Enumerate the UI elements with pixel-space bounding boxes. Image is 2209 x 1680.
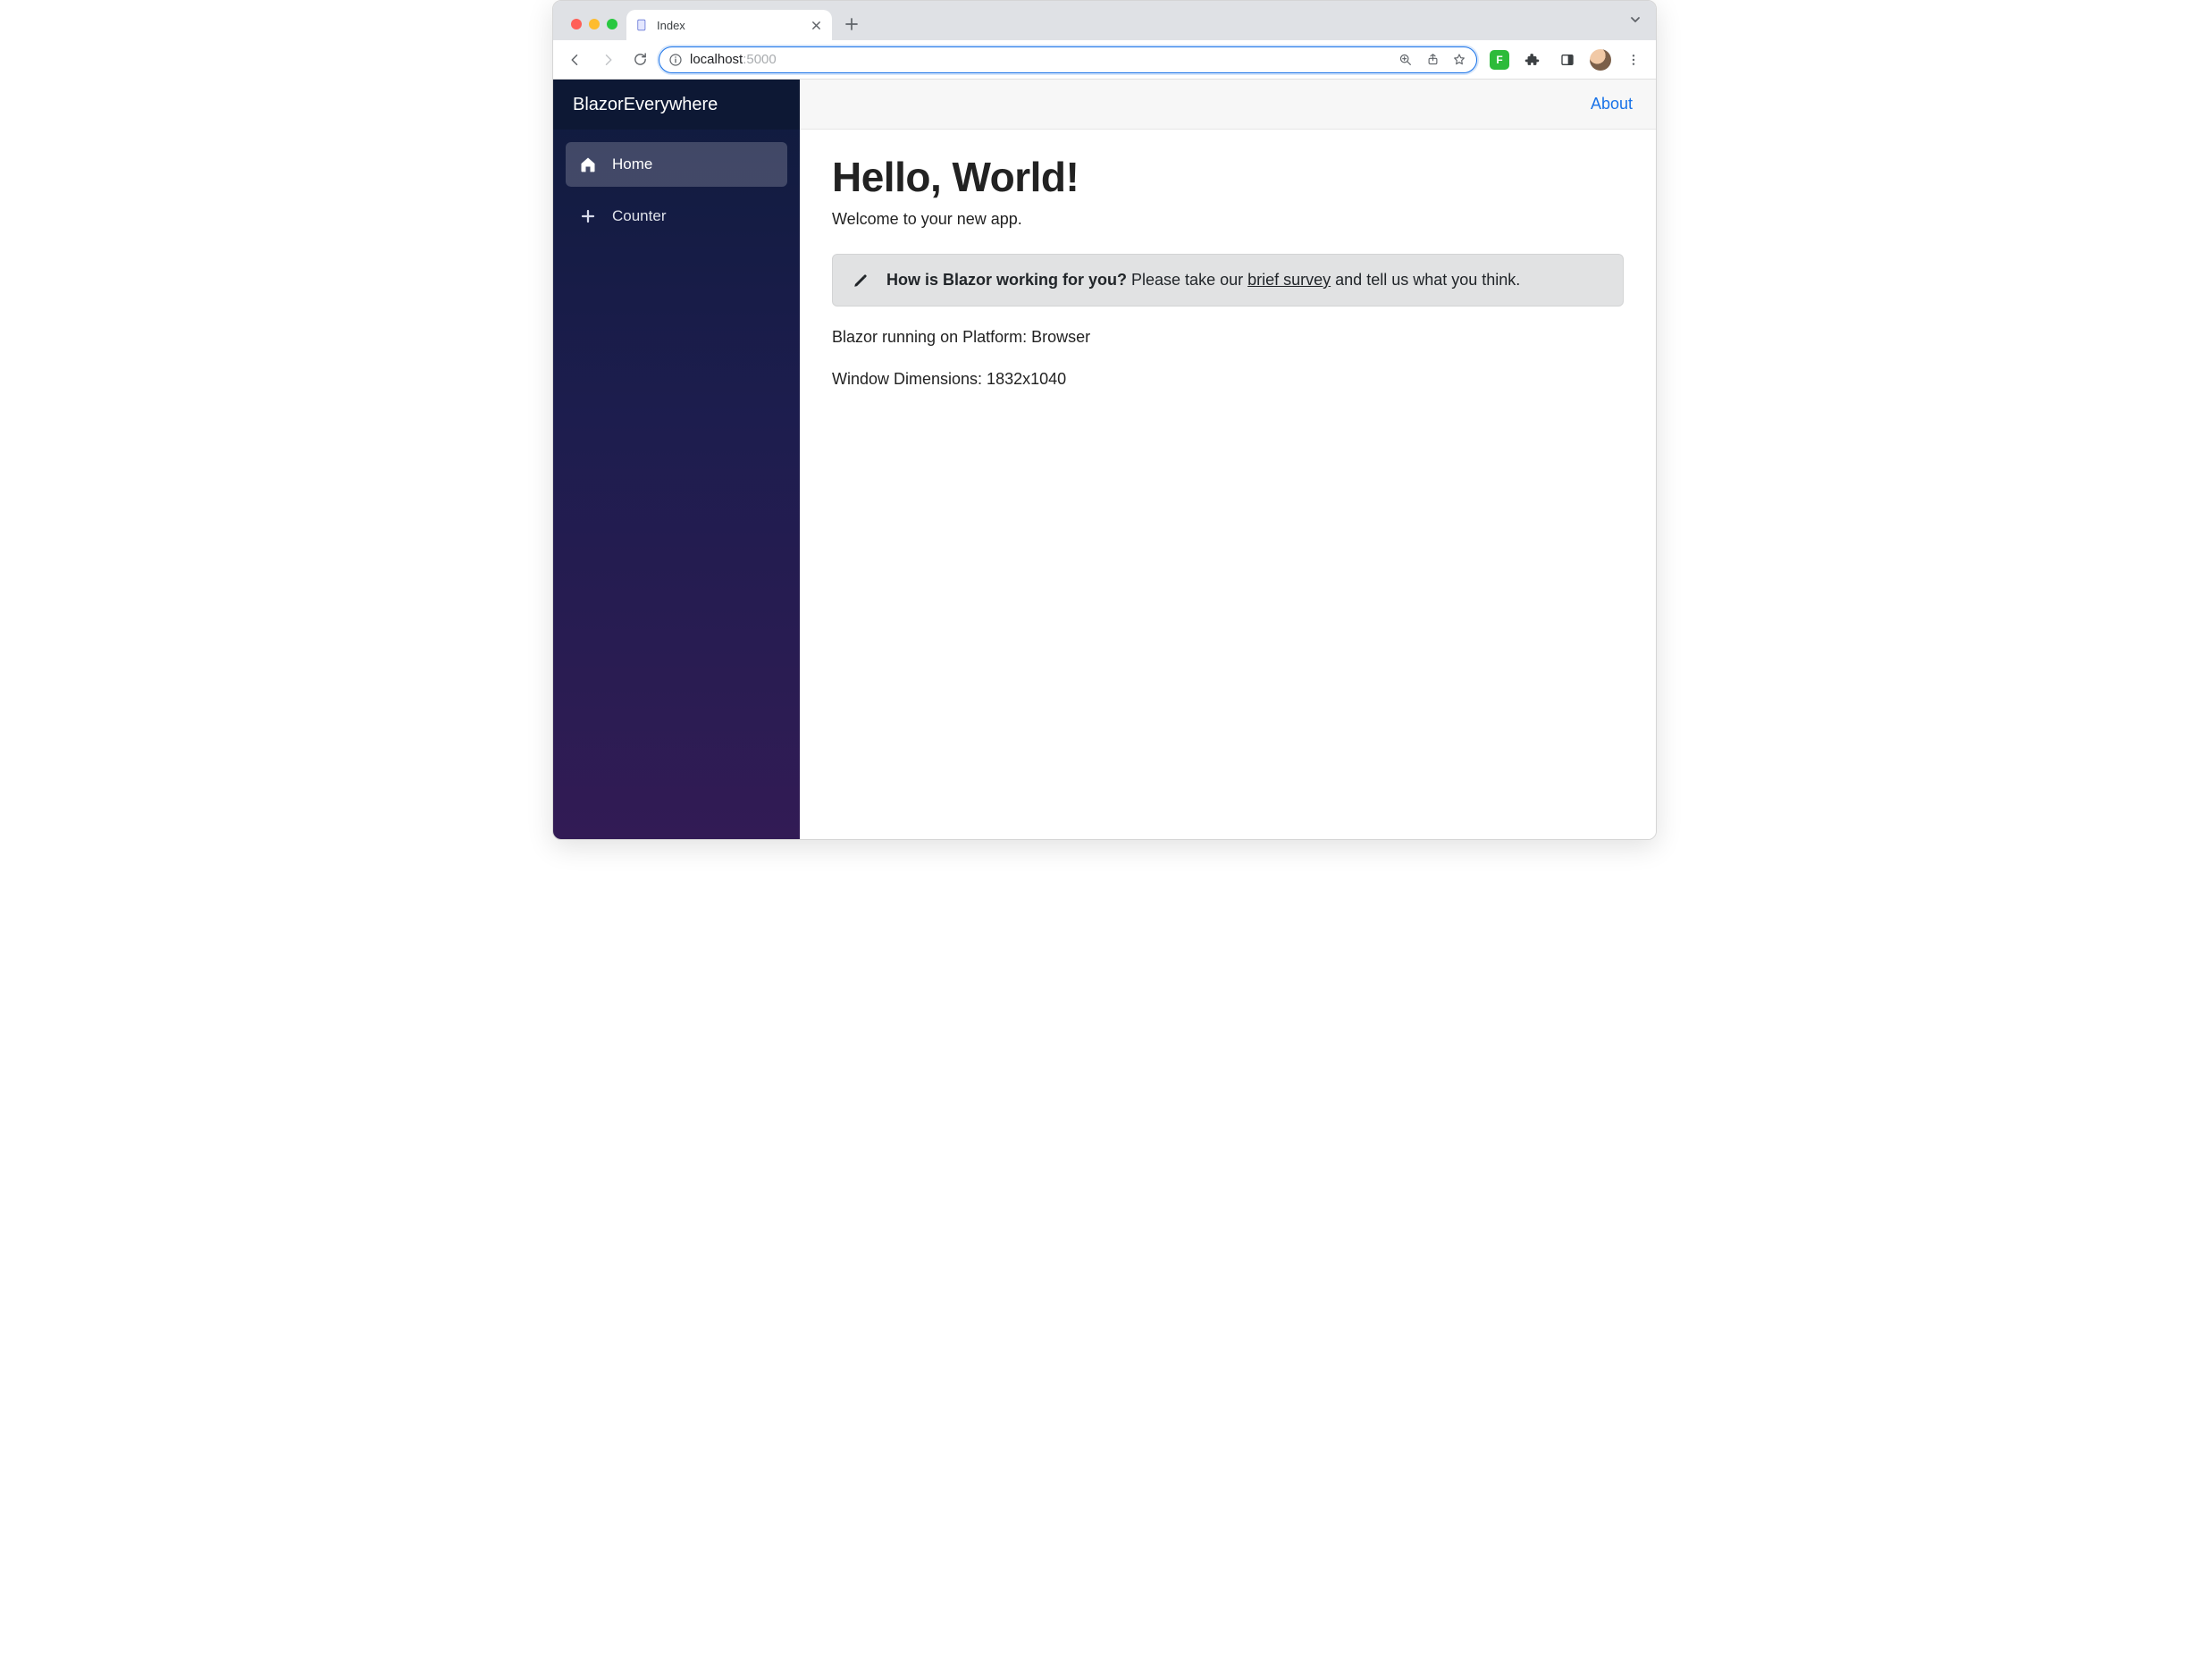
page-content: Hello, World! Welcome to your new app. H… bbox=[800, 130, 1656, 435]
close-window-button[interactable] bbox=[571, 19, 582, 29]
home-icon bbox=[578, 155, 598, 174]
survey-alert: How is Blazor working for you? Please ta… bbox=[832, 254, 1624, 307]
sidebar-item-counter[interactable]: Counter bbox=[566, 194, 787, 239]
sidebar-item-home[interactable]: Home bbox=[566, 142, 787, 187]
app-topbar: About bbox=[800, 80, 1656, 130]
app-sidebar: BlazorEverywhere Home Counter bbox=[553, 80, 800, 839]
zoom-icon[interactable] bbox=[1396, 50, 1415, 70]
tab-strip: Index bbox=[553, 1, 1656, 40]
page-favicon-icon bbox=[635, 18, 650, 32]
survey-text: How is Blazor working for you? Please ta… bbox=[886, 271, 1520, 290]
url-text: localhost:5000 bbox=[690, 52, 777, 67]
survey-link[interactable]: brief survey bbox=[1247, 271, 1331, 289]
extensions-icon[interactable] bbox=[1518, 46, 1545, 73]
page-title: Hello, World! bbox=[832, 153, 1624, 201]
back-button[interactable] bbox=[562, 46, 589, 73]
app-brand[interactable]: BlazorEverywhere bbox=[553, 80, 800, 130]
browser-toolbar: localhost:5000 F bbox=[553, 40, 1656, 80]
browser-tab[interactable]: Index bbox=[626, 10, 832, 40]
welcome-text: Welcome to your new app. bbox=[832, 210, 1624, 229]
panel-icon[interactable] bbox=[1554, 46, 1581, 73]
app-main: About Hello, World! Welcome to your new … bbox=[800, 80, 1656, 839]
browser-window: Index localhost:5000 bbox=[552, 0, 1657, 840]
tab-close-button[interactable] bbox=[809, 18, 823, 32]
sidebar-item-label: Counter bbox=[612, 207, 666, 225]
tab-title: Index bbox=[657, 19, 802, 32]
window-controls bbox=[566, 19, 626, 40]
maximize-window-button[interactable] bbox=[607, 19, 617, 29]
address-bar[interactable]: localhost:5000 bbox=[659, 46, 1477, 73]
site-info-icon[interactable] bbox=[668, 53, 683, 67]
reload-button[interactable] bbox=[626, 46, 653, 73]
nav-menu: Home Counter bbox=[553, 130, 800, 251]
profile-avatar[interactable] bbox=[1590, 49, 1611, 71]
sidebar-item-label: Home bbox=[612, 155, 652, 173]
page-viewport: BlazorEverywhere Home Counter bbox=[553, 80, 1656, 839]
platform-line: Blazor running on Platform: Browser bbox=[832, 328, 1624, 347]
pencil-icon bbox=[853, 273, 869, 289]
share-icon[interactable] bbox=[1423, 50, 1442, 70]
extension-badge[interactable]: F bbox=[1490, 50, 1509, 70]
forward-button[interactable] bbox=[594, 46, 621, 73]
bookmark-icon[interactable] bbox=[1449, 50, 1469, 70]
browser-menu-button[interactable] bbox=[1620, 46, 1647, 73]
minimize-window-button[interactable] bbox=[589, 19, 600, 29]
toolbar-extensions: F bbox=[1490, 46, 1647, 73]
plus-icon bbox=[578, 206, 598, 226]
new-tab-button[interactable] bbox=[839, 12, 864, 37]
about-link[interactable]: About bbox=[1591, 95, 1633, 113]
dimensions-line: Window Dimensions: 1832x1040 bbox=[832, 370, 1624, 389]
tabs-overflow-button[interactable] bbox=[1629, 13, 1642, 26]
